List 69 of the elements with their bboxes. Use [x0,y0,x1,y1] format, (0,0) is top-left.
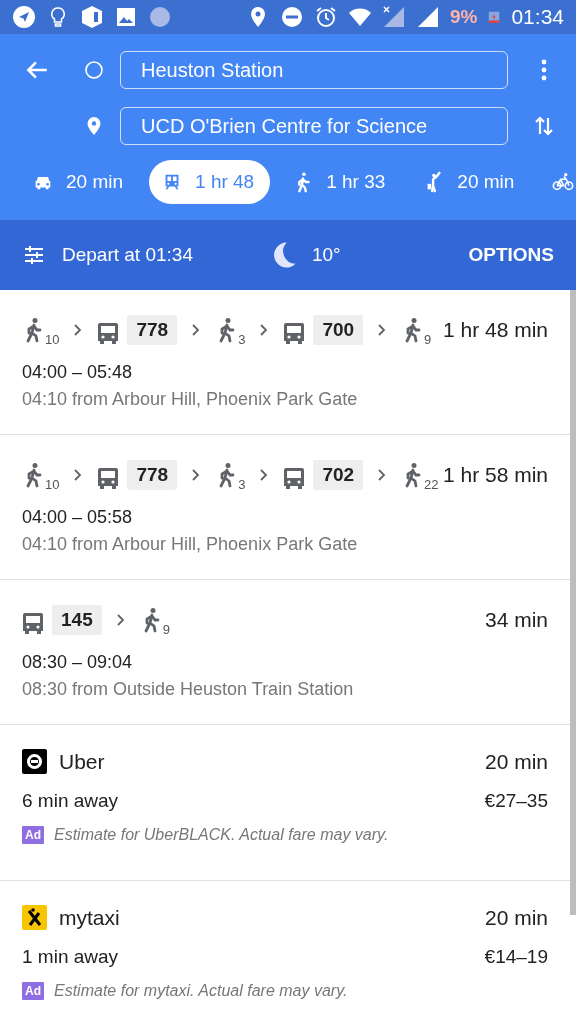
route-times: 04:00 – 05:58 [22,507,134,528]
temperature: 10° [312,244,341,266]
chevron-right-icon [377,323,388,337]
fare-note: Estimate for mytaxi. Actual fare may vary. [54,982,348,1000]
bus-icon [97,321,120,345]
pickup-eta: 6 min away [22,790,119,812]
departure-time[interactable]: Depart at 01:34 [62,244,193,266]
options-button[interactable]: OPTIONS [468,244,554,266]
departure-stop: 04:10 from Arbour Hill, Phoenix Park Gate [22,534,359,555]
travel-mode-tab[interactable]: 1 hr 33 [280,160,402,204]
travel-mode-tab[interactable]: 1 hr 48 [149,160,271,204]
walk-minutes: 10 [45,477,60,492]
ride-duration: 20 min [484,749,548,774]
uber-logo-icon [22,749,47,774]
service-name: Uber [59,749,105,774]
signal-icon [381,5,406,29]
circle-icon [148,5,172,29]
bus-line-number: 778 [127,460,178,490]
route-duration: 1 hr 48 min [442,318,548,342]
battery-percentage: 9% [449,6,478,28]
walk-minutes: 22 [424,477,439,492]
route-times: 08:30 – 09:04 [22,652,134,673]
chevron-right-icon [259,468,270,482]
bus-icon [97,466,120,490]
do-not-disturb-icon [279,5,304,29]
sliders-icon[interactable] [22,243,46,267]
pickup-eta: 1 min away [22,946,119,968]
chevron-right-icon [73,323,84,337]
travel-mode-tab[interactable]: 20 min [411,160,531,204]
ad-label: Ad [22,982,44,1000]
ride-duration: 20 min [484,905,548,930]
walk-minutes: 9 [424,332,432,347]
travel-mode-tab[interactable]: 20 min [20,160,140,204]
departure-stop: 04:10 from Arbour Hill, Phoenix Park Gate [22,389,359,410]
bicycle-icon [552,171,575,193]
bus-icon [22,611,44,635]
ad-label: Ad [22,826,44,844]
departure-stop: 08:30 from Outside Heuston Train Station [22,679,355,700]
bus-icon [283,321,306,345]
chevron-right-icon [191,468,202,482]
fare-note: Estimate for UberBLACK. Actual fare may vary. [54,826,389,844]
taxi-logo-icon [22,905,47,930]
fare-estimate: €14–19 [484,946,548,968]
chevron-right-icon [115,613,126,627]
fare-estimate: €27–35 [484,790,548,812]
bus-line-number: 145 [52,605,102,635]
route-duration: 34 min [484,608,548,632]
walk-minutes: 3 [238,332,246,347]
service-name: mytaxi [59,905,120,930]
image-icon [114,5,138,29]
chevron-right-icon [191,323,202,337]
bus-line-number: 700 [313,315,364,345]
bus-icon [283,466,306,490]
origin-field[interactable]: Heuston Station [120,51,508,89]
bus-line-number: 702 [313,460,364,490]
route-duration: 1 hr 58 min [442,463,548,487]
destination-field[interactable]: UCD O'Brien Centre for Science [120,107,508,145]
walk-minutes: 3 [238,477,246,492]
walk-minutes: 9 [162,622,170,637]
hexagon-icon [80,5,104,29]
chevron-right-icon [73,468,84,482]
walk-minutes: 10 [45,332,60,347]
chevron-right-icon [377,468,388,482]
route-times: 04:00 – 05:48 [22,362,134,383]
origin-circle-icon [84,60,104,80]
chevron-right-icon [259,323,270,337]
bus-line-number: 778 [127,315,178,345]
clock-time: 01:34 [511,5,564,29]
navigation-icon [12,5,36,29]
